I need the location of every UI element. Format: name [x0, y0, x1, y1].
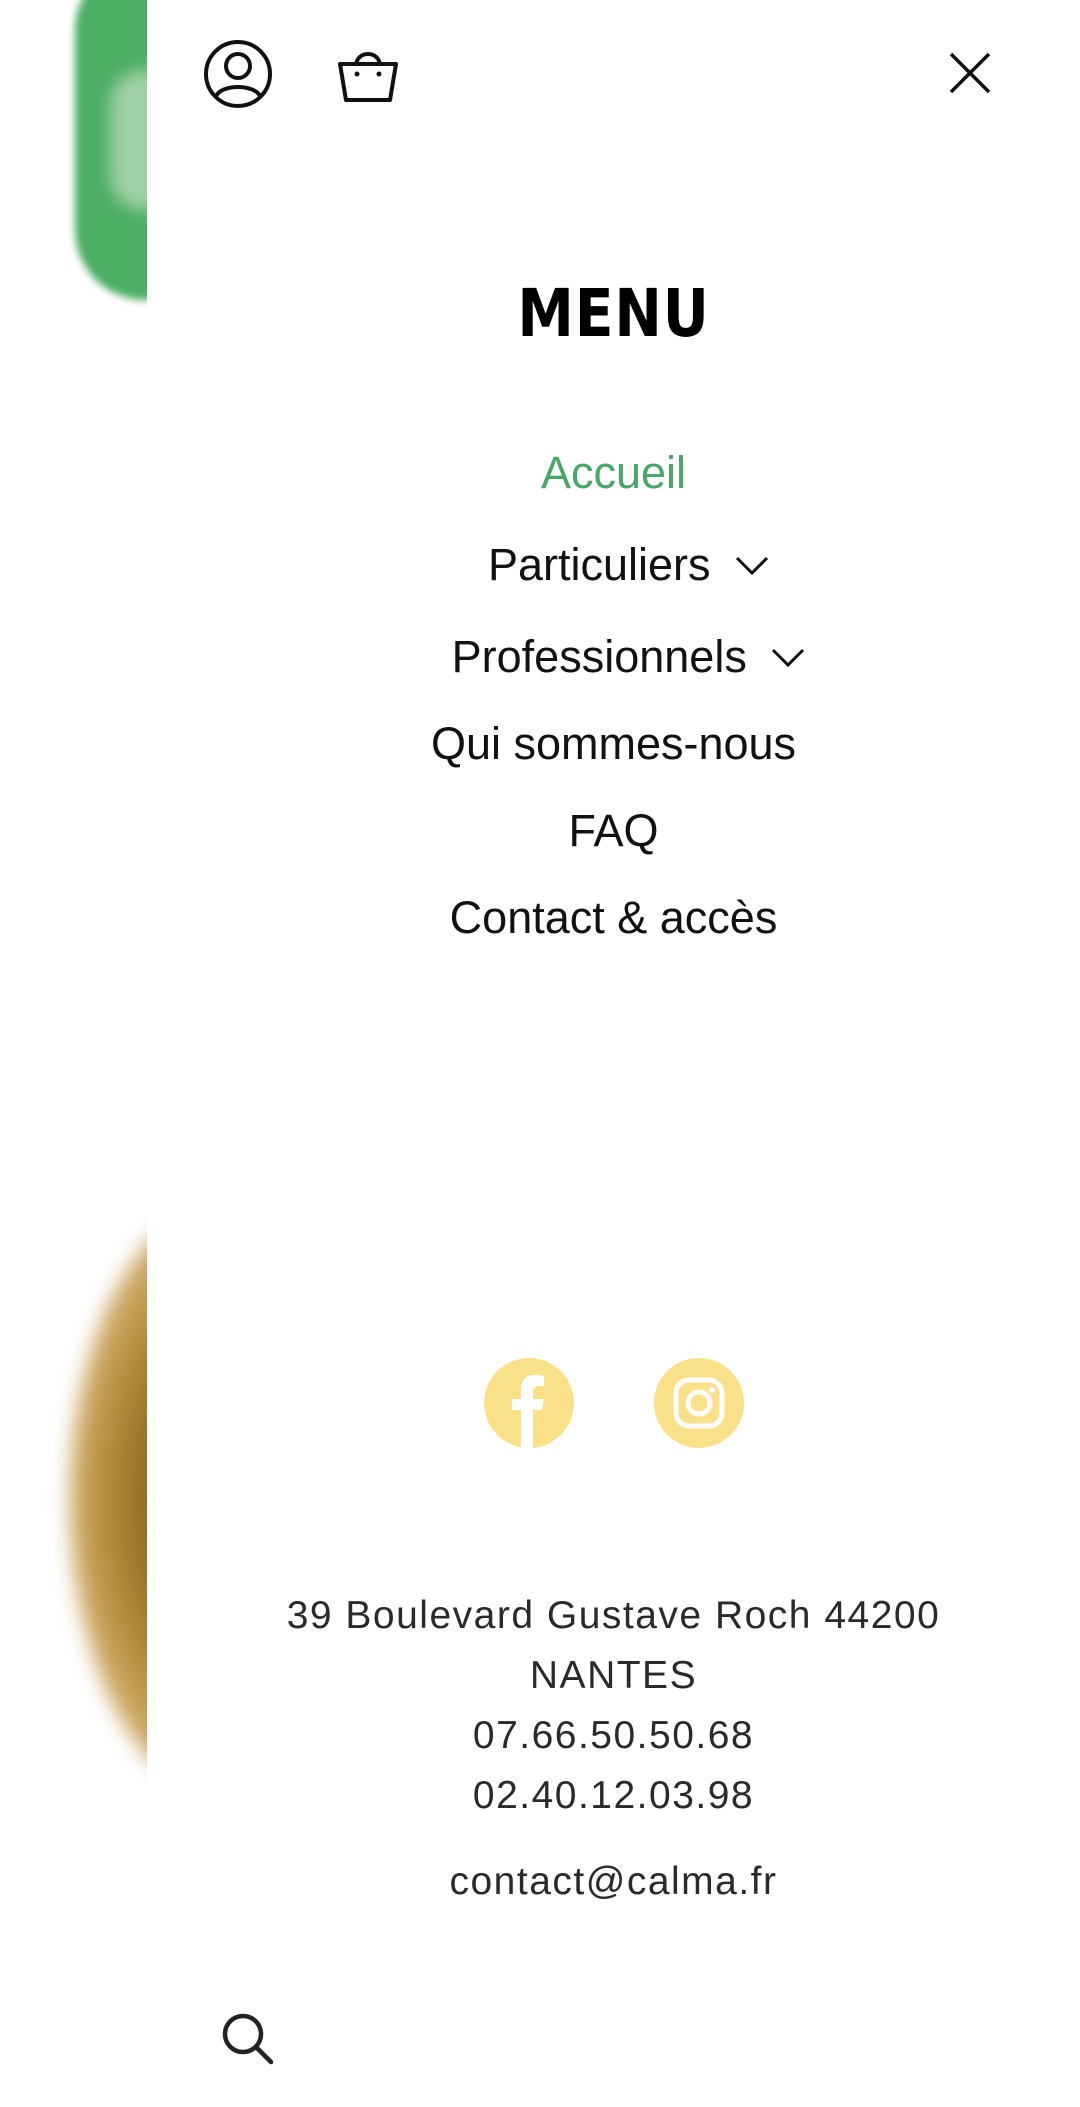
facebook-icon — [512, 1375, 544, 1448]
background-food-image — [70, 1200, 150, 1800]
address-line-1: 39 Boulevard Gustave Roch 44200 — [286, 1594, 941, 1637]
nav-item-label: Contact & accès — [449, 892, 778, 944]
nav-item-contact-acces[interactable]: Contact & accès — [147, 887, 1080, 946]
nav-item-label: Professionnels — [451, 631, 747, 683]
email-link[interactable]: contact@calma.fr — [147, 1852, 1080, 1912]
chevron-down-icon[interactable] — [735, 554, 769, 576]
menu-title: MENU — [517, 275, 710, 352]
nav-item-faq[interactable]: FAQ — [147, 800, 1080, 859]
instagram-icon — [673, 1377, 725, 1429]
user-circle-icon[interactable] — [202, 38, 274, 110]
facebook-link[interactable] — [484, 1358, 574, 1448]
chevron-down-icon[interactable] — [771, 646, 805, 668]
close-icon[interactable] — [947, 50, 993, 96]
menu-drawer: MENU Accueil Particuliers Professionnels… — [147, 0, 1080, 2107]
nav-item-professionnels[interactable]: Professionnels — [147, 626, 1080, 685]
phone-number-2[interactable]: 02.40.12.03.98 — [147, 1766, 1080, 1826]
background-page — [0, 0, 150, 2107]
nav-item-label: Particuliers — [487, 539, 711, 591]
background-banner-detail — [110, 70, 150, 210]
address-line-2: NANTES — [529, 1654, 698, 1697]
nav-item-label: Qui sommes-nous — [430, 718, 797, 770]
nav-item-label: Accueil — [540, 447, 687, 499]
nav-item-label: FAQ — [568, 805, 659, 857]
instagram-link[interactable] — [654, 1358, 744, 1448]
phone-number-1[interactable]: 07.66.50.50.68 — [147, 1706, 1080, 1766]
search-icon[interactable] — [219, 2010, 277, 2068]
shopping-basket-icon[interactable] — [332, 38, 404, 110]
nav-item-qui-sommes-nous[interactable]: Qui sommes-nous — [147, 713, 1080, 772]
nav-item-accueil[interactable]: Accueil — [147, 442, 1080, 501]
nav-item-particuliers[interactable]: Particuliers — [147, 534, 1080, 593]
